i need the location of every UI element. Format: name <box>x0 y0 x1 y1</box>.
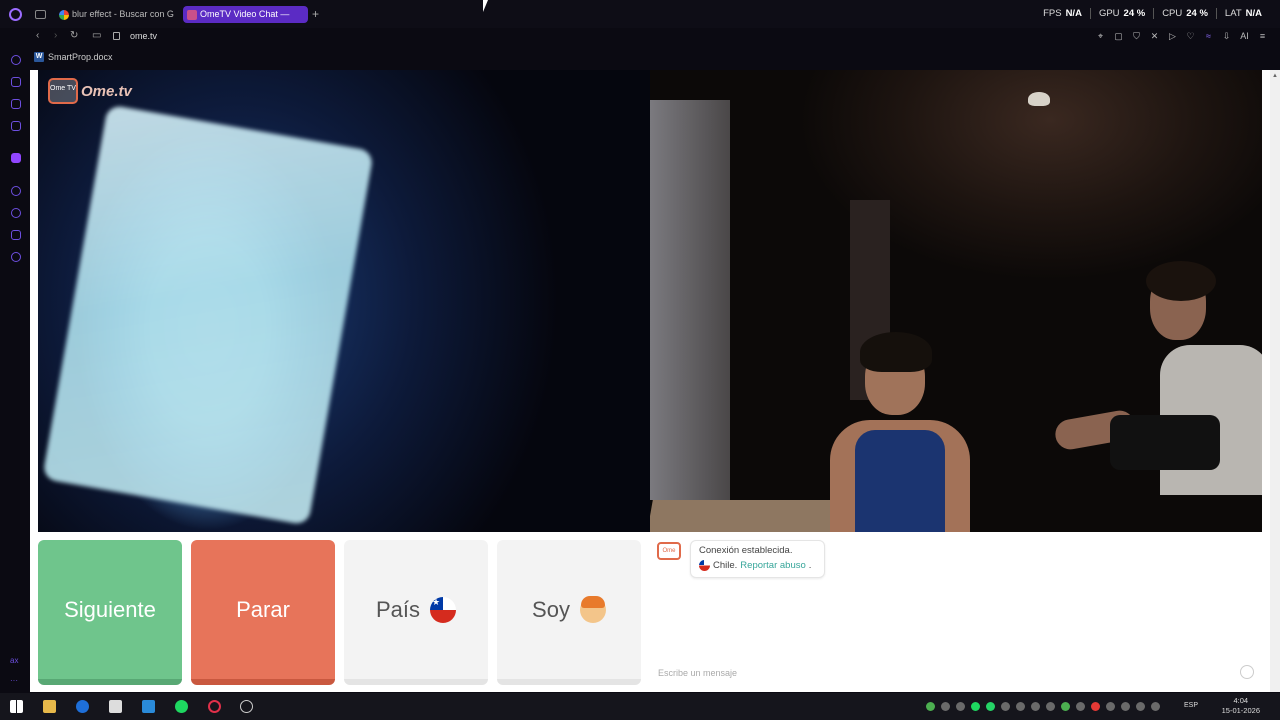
stat-lat: LAT N/A <box>1215 8 1270 19</box>
translate-icon[interactable]: ✕ <box>1149 31 1160 42</box>
next-label: Siguiente <box>64 596 156 622</box>
performance-stats: FPS N/A GPU 24 % CPU 24 % LAT N/A <box>1035 8 1270 19</box>
tab-ometv[interactable]: OmeTV Video Chat — <box>183 6 308 23</box>
pin-icon[interactable]: ⌖ <box>1095 31 1106 42</box>
stat-gpu: GPU 24 % <box>1089 8 1153 19</box>
remote-video <box>650 70 1262 532</box>
page-scrollbar[interactable]: ▲ <box>1270 70 1280 692</box>
ometv-tv-icon: Ome <box>657 542 681 560</box>
person-right <box>1050 261 1262 532</box>
phone-screen-glow <box>42 104 374 526</box>
tab-label: blur effect - Buscar con G <box>72 9 174 19</box>
person-left <box>800 320 1010 532</box>
opera-menu-icon[interactable] <box>9 8 22 21</box>
ometv-page: Ome TV Ome.tv Siguiente Parar País ★ Soy… <box>30 70 1270 692</box>
report-abuse-link[interactable]: Reportar abuso <box>740 560 805 571</box>
windows-taskbar: ESP 4:04 15-01-2026 <box>0 693 1280 720</box>
twitch-icon[interactable] <box>11 153 21 163</box>
scroll-up-icon[interactable]: ▲ <box>1272 73 1278 79</box>
aria-icon[interactable] <box>11 55 21 65</box>
wave-icon[interactable]: ≈ <box>1203 31 1214 42</box>
shield-icon[interactable]: ⛉ <box>1131 31 1142 42</box>
ometv-favicon-icon <box>187 10 197 20</box>
stat-fps: FPS N/A <box>1043 8 1082 19</box>
tab-label: OmeTV Video Chat — <box>200 9 290 19</box>
ceiling-lamp <box>1028 92 1050 106</box>
new-tab-button[interactable]: + <box>312 7 319 21</box>
windows-start-icon[interactable] <box>10 700 23 713</box>
logo-text: Ome.tv <box>81 82 132 100</box>
more-icon[interactable]: ··· <box>10 676 18 685</box>
country-label: País <box>375 596 421 622</box>
chrome-icon[interactable] <box>240 700 253 713</box>
download-icon[interactable]: ⇩ <box>1221 31 1232 42</box>
vscode-icon[interactable] <box>142 700 155 713</box>
ometv-logo[interactable]: Ome TV Ome.tv <box>48 78 132 104</box>
language-indicator[interactable]: ESP <box>1184 702 1198 709</box>
player-icon[interactable] <box>11 186 21 196</box>
address-bar-row: ‹ › ↻ ▭ ome.tv ⌖ ▢ ⛉ ✕ ▷ ♡ ≈ ⇩ AI ≡ <box>0 28 1280 46</box>
taskbar-clock[interactable]: 4:04 15-01-2026 <box>1222 696 1260 716</box>
word-doc-icon: W <box>34 52 44 62</box>
file-explorer-icon[interactable] <box>43 700 56 713</box>
lock-icon <box>113 32 120 40</box>
stop-button[interactable]: Parar <box>191 540 335 685</box>
country-button[interactable]: País <box>344 540 488 685</box>
system-tray <box>926 702 1160 711</box>
calculator-icon[interactable] <box>109 700 122 713</box>
clock-time: 4:04 <box>1233 696 1249 705</box>
opera-icon[interactable] <box>208 700 221 713</box>
play-icon[interactable]: ▷ <box>1167 31 1178 42</box>
chat-panel: Ome Conexión establecida. Chile. Reporta… <box>650 540 1262 692</box>
forward-icon[interactable]: › <box>54 30 57 41</box>
stat-cpu: CPU 24 % <box>1153 8 1216 19</box>
url-field[interactable]: ome.tv <box>130 31 157 41</box>
tv-icon: Ome TV <box>48 78 78 104</box>
tab-google-search[interactable]: blur effect - Buscar con G <box>55 6 175 23</box>
message-input[interactable]: Escribe un mensaje <box>658 668 737 678</box>
next-button[interactable]: Siguiente <box>38 540 182 685</box>
messenger-icon[interactable] <box>11 99 21 109</box>
emoji-picker-icon[interactable] <box>1240 665 1254 679</box>
snapshot-icon[interactable]: ▢ <box>1113 31 1124 42</box>
settings-icon[interactable] <box>11 252 21 262</box>
reload-icon[interactable]: ↻ <box>70 30 78 41</box>
camera-icon[interactable]: ▭ <box>92 30 101 41</box>
bookmark-item[interactable]: W SmartProp.docx <box>34 52 113 62</box>
sidebar-bottom-label[interactable]: ax <box>10 656 18 665</box>
control-buttons: Siguiente Parar País Soy <box>38 540 641 685</box>
system-message: Conexión establecida. Chile. Reportar ab… <box>690 540 825 578</box>
clock-date: 15-01-2026 <box>1221 706 1260 715</box>
history-icon[interactable] <box>11 208 21 218</box>
heart-icon[interactable]: ♡ <box>1185 31 1196 42</box>
browser-tab-bar: blur effect - Buscar con G OmeTV Video C… <box>0 0 1280 28</box>
partner-country: Chile. <box>713 560 738 571</box>
chile-flag-icon <box>699 560 710 571</box>
gender-button[interactable]: Soy <box>497 540 641 685</box>
browser-sidebar: ax ··· <box>0 50 30 690</box>
edge-icon[interactable] <box>76 700 89 713</box>
ai-icon[interactable]: AI <box>1239 31 1250 42</box>
spotify-icon[interactable] <box>175 700 188 713</box>
stop-label: Parar <box>236 596 290 622</box>
room-wall <box>650 100 730 500</box>
extensions-icon[interactable] <box>11 230 21 240</box>
google-icon <box>59 10 69 20</box>
chile-flag-icon <box>430 596 457 623</box>
mouse-cursor-icon <box>483 0 493 12</box>
music-icon[interactable] <box>11 121 21 131</box>
menu-icon[interactable]: ≡ <box>1257 31 1268 42</box>
tab-island-icon[interactable] <box>35 10 46 19</box>
gender-label: Soy <box>532 596 570 622</box>
shopping-icon[interactable] <box>11 77 21 87</box>
back-icon[interactable]: ‹ <box>36 30 39 41</box>
boy-emoji-icon <box>579 595 606 623</box>
connection-status: Conexión establecida. <box>699 545 793 556</box>
local-video: Ome TV Ome.tv <box>38 70 650 532</box>
bookmark-label: SmartProp.docx <box>48 52 113 62</box>
toolbar-icons: ⌖ ▢ ⛉ ✕ ▷ ♡ ≈ ⇩ AI ≡ <box>1095 31 1268 42</box>
